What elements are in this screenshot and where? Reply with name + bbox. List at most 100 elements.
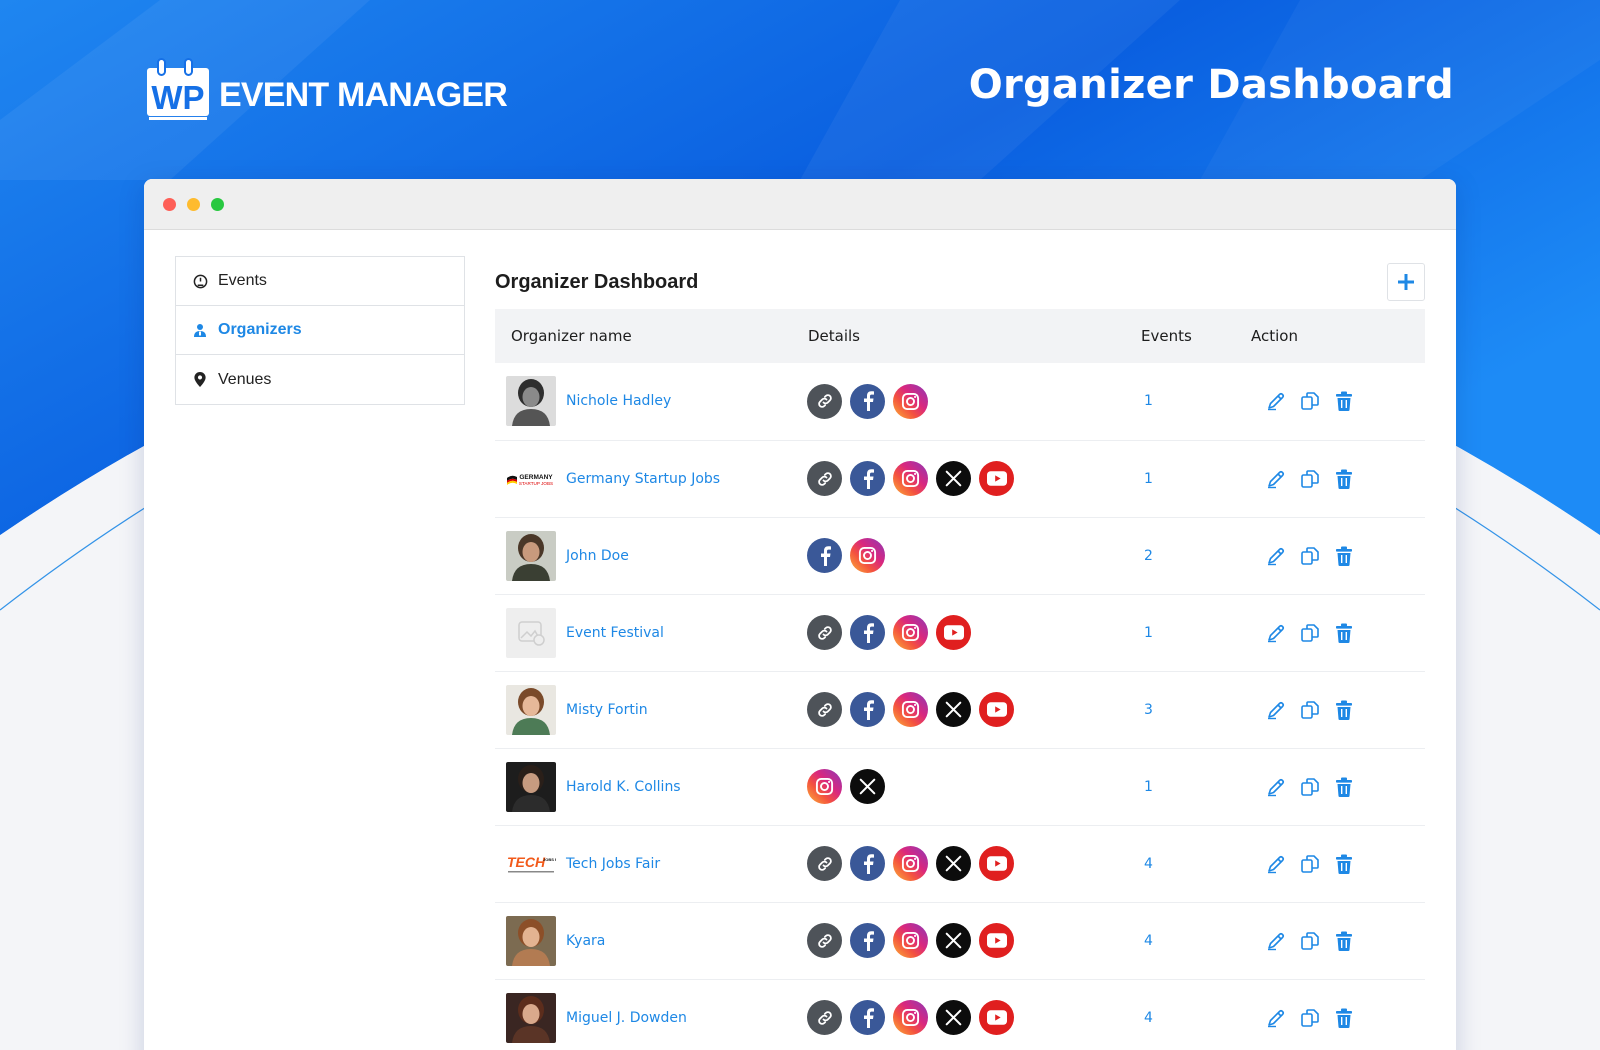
- duplicate-icon[interactable]: [1300, 700, 1320, 720]
- organizer-details-cell: [807, 594, 1141, 671]
- duplicate-icon[interactable]: [1300, 391, 1320, 411]
- instagram-icon[interactable]: [893, 383, 928, 419]
- x-twitter-icon[interactable]: [936, 923, 971, 958]
- edit-pencil-icon[interactable]: [1266, 391, 1286, 411]
- instagram-icon[interactable]: [807, 769, 842, 804]
- organizer-name-link[interactable]: Tech Jobs Fair: [566, 856, 660, 872]
- facebook-icon[interactable]: [850, 846, 885, 881]
- duplicate-icon[interactable]: [1300, 854, 1320, 874]
- events-count-link[interactable]: 4: [1141, 933, 1153, 949]
- delete-trash-icon[interactable]: [1334, 469, 1354, 489]
- duplicate-icon[interactable]: [1300, 777, 1320, 797]
- youtube-icon[interactable]: [979, 1000, 1014, 1035]
- duplicate-icon[interactable]: [1300, 469, 1320, 489]
- minimize-window-dot[interactable]: [187, 197, 200, 211]
- add-organizer-button[interactable]: [1387, 263, 1425, 301]
- edit-pencil-icon[interactable]: [1266, 469, 1286, 489]
- delete-trash-icon[interactable]: [1334, 700, 1354, 720]
- close-window-dot[interactable]: [163, 197, 176, 211]
- website-link-icon[interactable]: [807, 846, 842, 881]
- youtube-icon[interactable]: [936, 615, 971, 650]
- events-count-link[interactable]: 4: [1141, 1010, 1153, 1026]
- facebook-icon[interactable]: [850, 615, 885, 650]
- events-count-link[interactable]: 3: [1141, 702, 1153, 718]
- delete-trash-icon[interactable]: [1334, 777, 1354, 797]
- events-count-link[interactable]: 1: [1141, 779, 1153, 795]
- brand-logo[interactable]: WP EVENT MANAGER: [145, 52, 508, 124]
- instagram-icon[interactable]: [893, 461, 928, 496]
- delete-trash-icon[interactable]: [1334, 1008, 1354, 1028]
- delete-trash-icon[interactable]: [1334, 931, 1354, 951]
- organizer-avatar: [506, 761, 556, 812]
- delete-trash-icon[interactable]: [1334, 391, 1354, 412]
- organizer-name-link[interactable]: John Doe: [566, 548, 629, 564]
- duplicate-icon[interactable]: [1300, 623, 1320, 643]
- organizer-name-link[interactable]: Nichole Hadley: [566, 393, 671, 409]
- maximize-window-dot[interactable]: [211, 197, 224, 211]
- instagram-icon[interactable]: [893, 692, 928, 727]
- x-twitter-icon[interactable]: [936, 1000, 971, 1035]
- website-link-icon[interactable]: [807, 1000, 842, 1035]
- column-header-events: Events: [1141, 327, 1192, 345]
- facebook-icon[interactable]: [850, 383, 885, 419]
- table-row: Nichole Hadley 1: [495, 363, 1425, 440]
- organizer-action-cell: [1251, 594, 1425, 671]
- facebook-icon[interactable]: [850, 923, 885, 958]
- edit-pencil-icon[interactable]: [1266, 931, 1286, 951]
- events-count-link[interactable]: 1: [1141, 471, 1153, 487]
- edit-pencil-icon[interactable]: [1266, 1008, 1286, 1028]
- organizer-name-cell: Miguel J. Dowden: [495, 979, 808, 1050]
- instagram-icon[interactable]: [893, 923, 928, 958]
- instagram-icon[interactable]: [893, 846, 928, 881]
- events-count-link[interactable]: 2: [1141, 548, 1153, 564]
- organizer-name-cell: GERMANY STARTUP JOBS Germany Startup Jobs: [495, 440, 808, 517]
- instagram-icon[interactable]: [893, 615, 928, 650]
- delete-trash-icon[interactable]: [1334, 546, 1354, 566]
- edit-pencil-icon[interactable]: [1266, 546, 1286, 566]
- duplicate-icon[interactable]: [1300, 546, 1320, 566]
- events-count-link[interactable]: 4: [1141, 856, 1153, 872]
- x-twitter-icon[interactable]: [936, 846, 971, 881]
- organizer-name-link[interactable]: Germany Startup Jobs: [566, 471, 720, 487]
- organizer-name-link[interactable]: Miguel J. Dowden: [566, 1010, 687, 1026]
- youtube-icon[interactable]: [979, 846, 1014, 881]
- edit-pencil-icon[interactable]: [1266, 854, 1286, 874]
- edit-pencil-icon[interactable]: [1266, 623, 1286, 643]
- events-count-link[interactable]: 1: [1141, 393, 1153, 409]
- edit-pencil-icon[interactable]: [1266, 700, 1286, 720]
- organizer-name-link[interactable]: Kyara: [566, 933, 605, 949]
- avatar-logo-line2: STARTUP JOBS: [519, 481, 553, 486]
- organizer-name-link[interactable]: Event Festival: [566, 625, 664, 641]
- x-twitter-icon[interactable]: [850, 769, 885, 804]
- youtube-icon[interactable]: [979, 692, 1014, 727]
- youtube-icon[interactable]: [979, 923, 1014, 958]
- website-link-icon[interactable]: [807, 923, 842, 958]
- website-link-icon[interactable]: [807, 383, 842, 419]
- website-link-icon[interactable]: [807, 615, 842, 650]
- website-link-icon[interactable]: [807, 692, 842, 727]
- instagram-icon[interactable]: [850, 538, 885, 573]
- sidebar-item-venues[interactable]: Venues: [176, 355, 464, 404]
- events-count-link[interactable]: 1: [1141, 625, 1153, 641]
- youtube-icon[interactable]: [979, 461, 1014, 496]
- edit-pencil-icon[interactable]: [1266, 777, 1286, 797]
- organizer-avatar: TECHJOBS FAIR: [506, 838, 556, 889]
- duplicate-icon[interactable]: [1300, 931, 1320, 951]
- delete-trash-icon[interactable]: [1334, 623, 1354, 643]
- organizer-details-cell: [807, 979, 1141, 1050]
- column-header-name: Organizer name: [511, 327, 632, 345]
- delete-trash-icon[interactable]: [1334, 854, 1354, 874]
- sidebar-item-events[interactable]: Events: [176, 257, 464, 306]
- website-link-icon[interactable]: [807, 461, 842, 496]
- facebook-icon[interactable]: [850, 461, 885, 496]
- facebook-icon[interactable]: [850, 692, 885, 727]
- instagram-icon[interactable]: [893, 1000, 928, 1035]
- facebook-icon[interactable]: [807, 538, 842, 573]
- facebook-icon[interactable]: [850, 1000, 885, 1035]
- x-twitter-icon[interactable]: [936, 461, 971, 496]
- x-twitter-icon[interactable]: [936, 692, 971, 727]
- organizer-name-link[interactable]: Harold K. Collins: [566, 779, 681, 795]
- organizer-name-link[interactable]: Misty Fortin: [566, 702, 648, 718]
- sidebar-item-organizers[interactable]: Organizers: [176, 306, 464, 355]
- duplicate-icon[interactable]: [1300, 1008, 1320, 1028]
